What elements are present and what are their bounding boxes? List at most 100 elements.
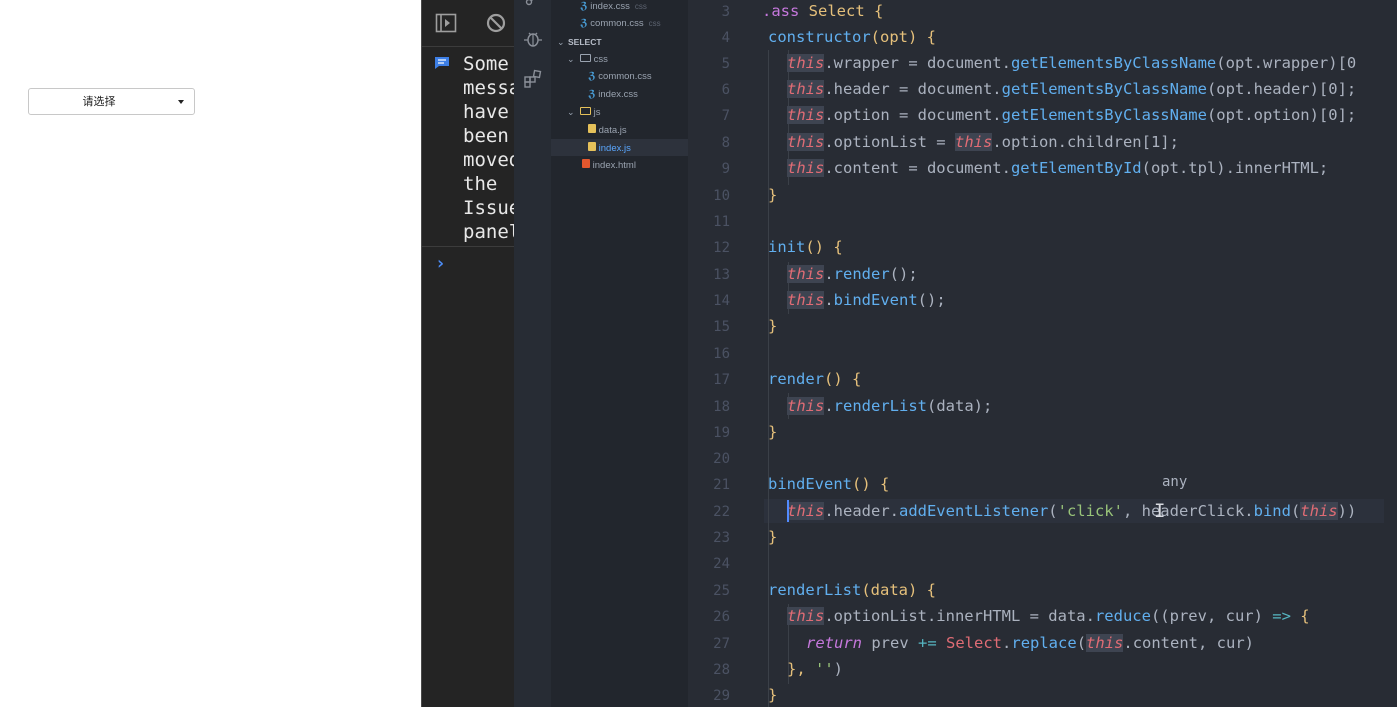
source-control-icon[interactable] bbox=[523, 0, 543, 12]
extensions-icon[interactable] bbox=[523, 69, 543, 89]
tree-label: css bbox=[593, 54, 608, 65]
code-line-28: }, '') bbox=[787, 660, 844, 678]
tree-file-common-css[interactable]: ℨ common.css css bbox=[551, 15, 688, 32]
tree-file-index-css-2[interactable]: ℨ index.css bbox=[551, 86, 688, 103]
line-number: 20 bbox=[713, 451, 730, 467]
code-line-29: } bbox=[768, 686, 778, 704]
code-line-6: this.header = document.getElementsByClas… bbox=[787, 80, 1357, 98]
line-number: 26 bbox=[713, 609, 730, 625]
code-line-14: this.bindEvent(); bbox=[787, 291, 946, 309]
line-number: 9 bbox=[721, 161, 730, 177]
line-number: 18 bbox=[713, 399, 730, 415]
clear-console-icon[interactable] bbox=[485, 12, 507, 34]
code-editor[interactable]: 3 4 5 6 7 8 9 10 11 12 13 14 15 16 17 18 19 20 21 22 23 24 25 2… bbox=[688, 0, 1397, 707]
css-icon: ℨ bbox=[580, 18, 588, 29]
mouse-ibeam-icon: I bbox=[1154, 500, 1166, 522]
code-line-23: } bbox=[768, 528, 778, 546]
console-message: Some messages have been moved the Issues… bbox=[422, 50, 514, 247]
tree-file-index-css[interactable]: ℨ index.css css bbox=[551, 0, 688, 15]
chevron-down-icon: ⌄ bbox=[567, 54, 575, 64]
tree-label: data.js bbox=[598, 125, 627, 136]
code-line-18: this.renderList(data); bbox=[787, 397, 993, 415]
line-number: 22 bbox=[713, 504, 730, 520]
code-line-19: } bbox=[768, 423, 778, 441]
console-message-text: Some messages have been moved the Issues… bbox=[463, 52, 514, 244]
css-icon: ℨ bbox=[588, 71, 596, 82]
line-number: 3 bbox=[721, 4, 730, 20]
line-number: 28 bbox=[713, 662, 730, 678]
tree-label: index.html bbox=[592, 160, 636, 171]
code-line-10: } bbox=[768, 186, 778, 204]
line-number: 4 bbox=[721, 30, 730, 46]
tree-file-data-js[interactable]: data.js bbox=[551, 121, 688, 138]
line-number: 23 bbox=[713, 530, 730, 546]
select-placeholder: 请选择 bbox=[82, 95, 116, 108]
line-number: 13 bbox=[713, 267, 730, 283]
css-icon: ℨ bbox=[588, 89, 596, 100]
console-sidebar-icon[interactable] bbox=[435, 12, 457, 34]
folder-icon bbox=[580, 54, 591, 62]
line-number: 14 bbox=[713, 293, 730, 309]
line-number: 10 bbox=[713, 188, 730, 204]
debug-icon[interactable] bbox=[523, 29, 543, 49]
code-line-13: this.render(); bbox=[787, 265, 918, 283]
code-line-5: this.wrapper = document.getElementsByCla… bbox=[787, 54, 1357, 72]
tree-file-index-html[interactable]: index.html bbox=[551, 156, 688, 173]
chevron-down-icon: ⌄ bbox=[557, 37, 565, 47]
message-text: Some messages have been moved the Issues… bbox=[463, 53, 514, 243]
code-line-17: render() { bbox=[768, 370, 862, 388]
tree-label: index.css bbox=[598, 89, 638, 100]
activity-bar bbox=[514, 0, 551, 707]
code-line-8: this.optionList = this.option.children[1… bbox=[787, 133, 1179, 151]
type-hint-tooltip: any bbox=[1162, 474, 1188, 490]
tree-file-index-js[interactable]: index.js bbox=[551, 139, 688, 156]
select-dropdown[interactable]: 请选择 bbox=[28, 88, 195, 115]
line-number-gutter: 3 4 5 6 7 8 9 10 11 12 13 14 15 16 17 18 19 20 21 22 23 24 25 2… bbox=[688, 0, 744, 707]
tree-label: common.css bbox=[598, 71, 652, 82]
chevron-down-icon: ⌄ bbox=[567, 107, 575, 117]
tree-label: common.css bbox=[590, 18, 644, 29]
line-number: 19 bbox=[713, 425, 730, 441]
line-number: 11 bbox=[713, 214, 730, 230]
line-number: 17 bbox=[713, 372, 730, 388]
console-toolbar bbox=[422, 0, 514, 47]
line-number: 15 bbox=[713, 319, 730, 335]
tree-sublabel: css bbox=[634, 2, 647, 11]
css-icon: ℨ bbox=[580, 1, 588, 12]
html-icon bbox=[582, 159, 590, 168]
line-number: 21 bbox=[713, 477, 730, 493]
code-line-27: return prev += Select.replace(this.conte… bbox=[806, 634, 1255, 652]
folder-icon bbox=[580, 107, 591, 115]
console-prompt-icon[interactable]: › bbox=[435, 253, 446, 274]
line-number: 29 bbox=[713, 688, 730, 704]
code-line-4: constructor(opt) { bbox=[768, 28, 936, 46]
code-line-3: .ass Select { bbox=[762, 2, 884, 20]
tree-folder-css[interactable]: ⌄ css bbox=[551, 51, 688, 68]
tree-file-common-css-2[interactable]: ℨ common.css bbox=[551, 68, 688, 85]
line-number: 25 bbox=[713, 583, 730, 599]
code-line-25: renderList(data) { bbox=[768, 581, 936, 599]
line-number: 7 bbox=[721, 108, 730, 124]
code-line-26: this.optionList.innerHTML = data.reduce(… bbox=[787, 607, 1310, 625]
tree-label: index.js bbox=[598, 143, 631, 154]
tree-project-select[interactable]: ⌄ SELECT bbox=[551, 34, 688, 51]
code-line-15: } bbox=[768, 317, 778, 335]
line-number: 6 bbox=[721, 82, 730, 98]
line-number: 27 bbox=[713, 636, 730, 652]
devtools-console: Some messages have been moved the Issues… bbox=[421, 0, 514, 707]
code-line-9: this.content = document.getElementById(o… bbox=[787, 159, 1329, 177]
caret-down-icon bbox=[178, 100, 184, 104]
tree-label: js bbox=[593, 107, 601, 118]
file-explorer: ℨ index.css css ℨ common.css css ⌄ SELECT … bbox=[551, 0, 688, 707]
code-line-7: this.option = document.getElementsByClas… bbox=[787, 106, 1357, 124]
line-number: 16 bbox=[713, 346, 730, 362]
line-number: 8 bbox=[721, 135, 730, 151]
code-line-21: bindEvent() { bbox=[768, 475, 890, 493]
tree-label: SELECT bbox=[568, 37, 602, 47]
tree-folder-js[interactable]: ⌄ js bbox=[551, 104, 688, 121]
text-cursor bbox=[787, 500, 789, 522]
code-line-12: init() { bbox=[768, 238, 843, 256]
page-preview: 请选择 bbox=[0, 0, 421, 707]
code-line-22: this.header.addEventListener('click', he… bbox=[787, 502, 1357, 520]
line-number: 12 bbox=[713, 240, 730, 256]
